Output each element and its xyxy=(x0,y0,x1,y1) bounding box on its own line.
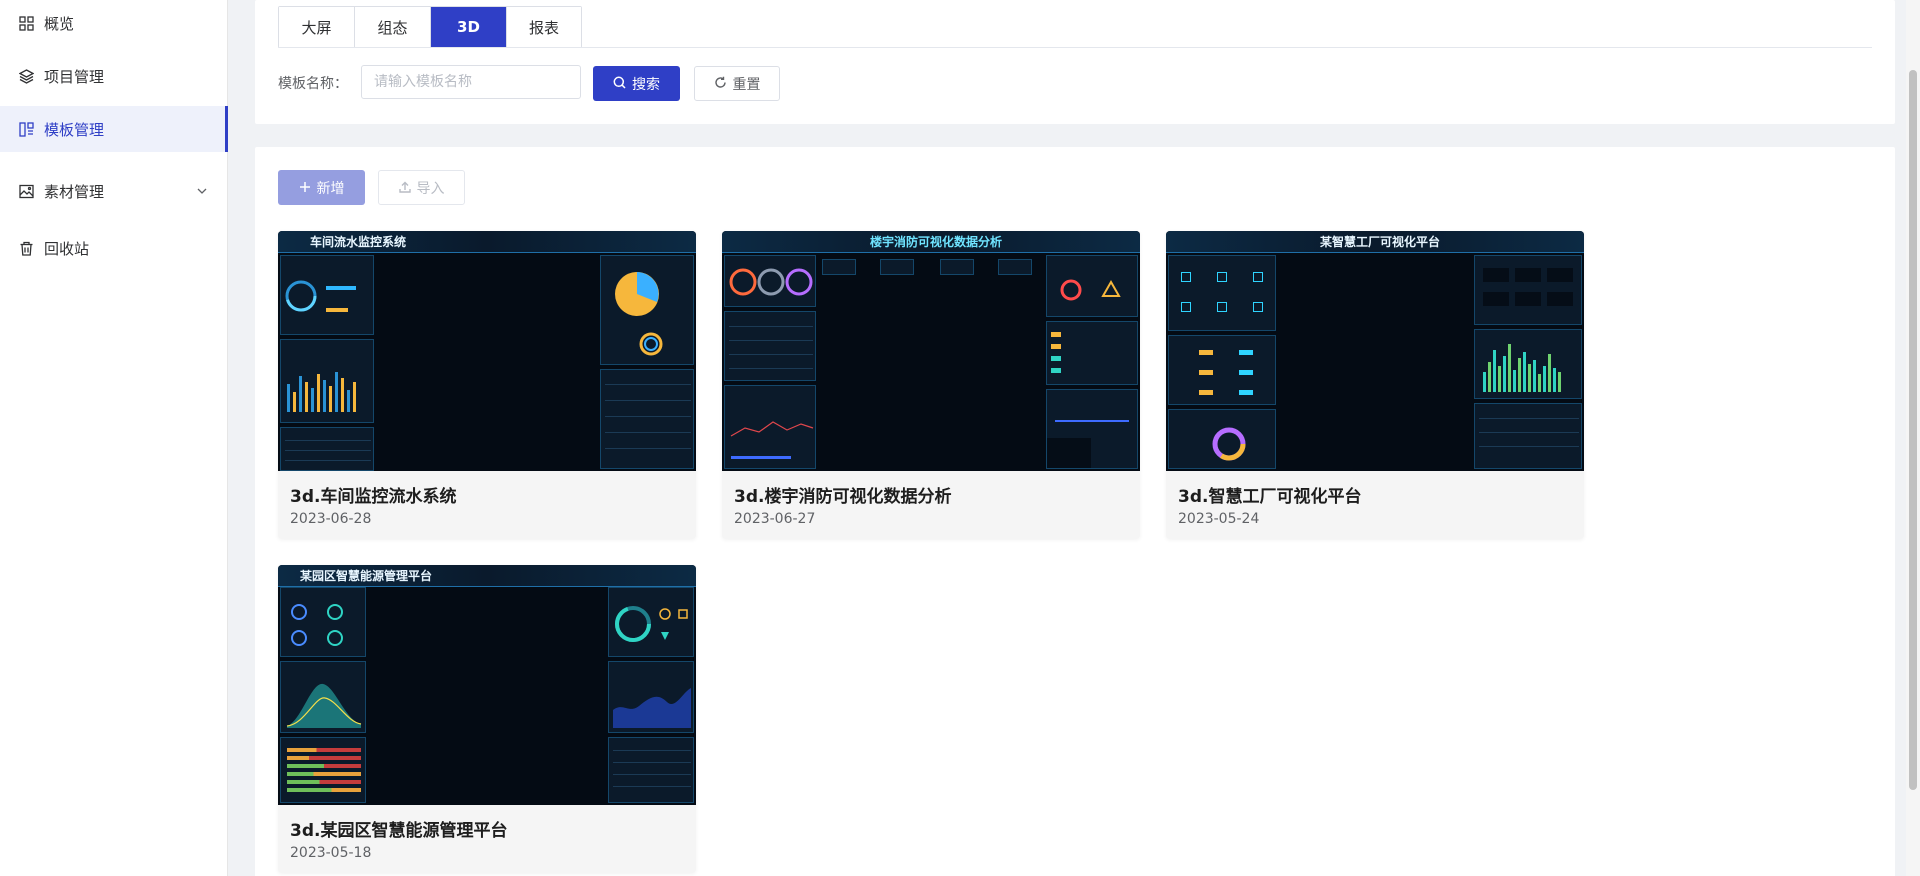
thumb-panel xyxy=(1474,255,1582,325)
template-title: 3d.智慧工厂可视化平台 xyxy=(1178,487,1362,507)
thumb-panel xyxy=(1168,255,1276,331)
sidebar-item-projects[interactable]: 项目管理 xyxy=(0,53,228,99)
template-title: 3d.楼宇消防可视化数据分析 xyxy=(734,487,952,507)
thumb-title: 车间流水监控系统 xyxy=(310,235,407,249)
template-name-label: 模板名称： xyxy=(278,76,348,92)
thumb-title: 某智慧工厂可视化平台 xyxy=(1320,235,1441,249)
tab-dashboard[interactable]: 大屏 xyxy=(279,7,355,47)
template-icon xyxy=(18,121,34,137)
template-date: 2023-05-18 xyxy=(290,845,372,861)
trash-icon xyxy=(18,240,34,256)
search-icon xyxy=(613,76,626,92)
template-card[interactable]: 车间流水监控系统 3d.车间监控流水系统 2023-06-28 xyxy=(278,231,696,539)
refresh-icon xyxy=(714,76,727,92)
upload-icon xyxy=(398,180,411,196)
template-card[interactable]: 某园区智慧能源管理平台 3d.某园区智慧能源管理平台 2023-05-18 xyxy=(278,565,696,873)
thumb-panel xyxy=(600,255,694,365)
template-date: 2023-05-24 xyxy=(1178,511,1260,527)
scrollbar-thumb[interactable] xyxy=(1909,70,1917,790)
tab-3d[interactable]: 3D xyxy=(431,7,507,47)
tabs-divider xyxy=(278,47,1872,48)
add-button[interactable]: 新增 xyxy=(278,170,365,205)
sidebar-item-overview[interactable]: 概览 xyxy=(0,0,228,46)
sidebar-item-recycle-bin[interactable]: 回收站 xyxy=(0,225,228,271)
thumb-panel xyxy=(1474,403,1582,469)
thumb-panel xyxy=(1168,409,1276,469)
thumb-panel xyxy=(940,259,974,275)
thumb-panel xyxy=(1474,329,1582,399)
thumb-panel xyxy=(724,385,816,469)
page-scrollbar[interactable] xyxy=(1906,0,1920,876)
thumb-panel xyxy=(608,737,694,803)
thumb-panel xyxy=(608,587,694,657)
sidebar: 概览 项目管理 模板管理 素材管理 回收站 xyxy=(0,0,228,876)
sidebar-item-templates[interactable]: 模板管理 xyxy=(0,106,228,152)
thumb-panel xyxy=(608,661,694,733)
thumb-panel xyxy=(724,311,816,381)
thumb-panel xyxy=(600,369,694,469)
thumb-panel xyxy=(280,255,374,335)
template-card[interactable]: 楼宇消防可视化数据分析 3d.楼宇消防可视化数据分析 2023-06-27 xyxy=(722,231,1140,539)
thumb-panel xyxy=(280,339,374,423)
chevron-down-icon xyxy=(196,183,208,201)
template-thumbnail: 某智慧工厂可视化平台 xyxy=(1166,231,1584,471)
template-name-input[interactable] xyxy=(361,65,581,99)
sidebar-item-label: 素材管理 xyxy=(44,182,105,201)
template-title: 3d.某园区智慧能源管理平台 xyxy=(290,821,508,841)
thumb-panel xyxy=(822,259,856,275)
template-list-panel: 新增 导入 车间流水监控系统 3d.车间监控流水系统 2023-06-28 楼宇… xyxy=(255,147,1895,876)
thumb-panel xyxy=(724,255,816,307)
template-card[interactable]: 某智慧工厂可视化平台 3d.智慧工厂可视化平台 2023-05-24 xyxy=(1166,231,1584,539)
import-button-label: 导入 xyxy=(416,179,445,196)
thumb-title: 楼宇消防可视化数据分析 xyxy=(870,235,1003,249)
thumb-panel xyxy=(280,587,366,657)
sidebar-item-label: 回收站 xyxy=(44,239,90,258)
thumb-panel xyxy=(880,259,914,275)
template-thumbnail: 某园区智慧能源管理平台 xyxy=(278,565,696,805)
grid-icon xyxy=(18,15,34,31)
template-thumbnail: 楼宇消防可视化数据分析 xyxy=(722,231,1140,471)
reset-button[interactable]: 重置 xyxy=(694,66,780,101)
tab-report[interactable]: 报表 xyxy=(507,7,581,47)
thumb-panel xyxy=(1168,335,1276,405)
search-button-label: 搜索 xyxy=(632,75,660,92)
search-button[interactable]: 搜索 xyxy=(593,66,680,101)
thumb-panel xyxy=(998,259,1032,275)
import-button[interactable]: 导入 xyxy=(378,170,465,205)
plus-icon xyxy=(299,180,311,196)
image-icon xyxy=(18,183,34,199)
category-tabs: 大屏 组态 3D 报表 xyxy=(278,6,582,48)
thumb-panel xyxy=(1046,321,1138,385)
add-button-label: 新增 xyxy=(316,179,345,196)
thumb-panel xyxy=(280,661,366,733)
thumb-panel xyxy=(1046,389,1138,469)
template-date: 2023-06-27 xyxy=(734,511,816,527)
sidebar-item-label: 项目管理 xyxy=(44,67,105,86)
sidebar-item-label: 模板管理 xyxy=(44,120,105,139)
sidebar-item-label: 概览 xyxy=(44,14,75,33)
thumb-panel xyxy=(280,737,366,803)
tab-scada[interactable]: 组态 xyxy=(355,7,431,47)
filter-panel: 大屏 组态 3D 报表 模板名称： 搜索 重置 xyxy=(255,0,1895,124)
sidebar-item-assets[interactable]: 素材管理 xyxy=(0,168,228,214)
template-thumbnail: 车间流水监控系统 xyxy=(278,231,696,471)
thumb-title: 某园区智慧能源管理平台 xyxy=(300,569,433,583)
layers-icon xyxy=(18,68,34,84)
reset-button-label: 重置 xyxy=(732,75,761,92)
thumb-panel xyxy=(1046,255,1138,317)
template-date: 2023-06-28 xyxy=(290,511,372,527)
thumb-panel xyxy=(280,427,374,471)
template-title: 3d.车间监控流水系统 xyxy=(290,487,457,507)
